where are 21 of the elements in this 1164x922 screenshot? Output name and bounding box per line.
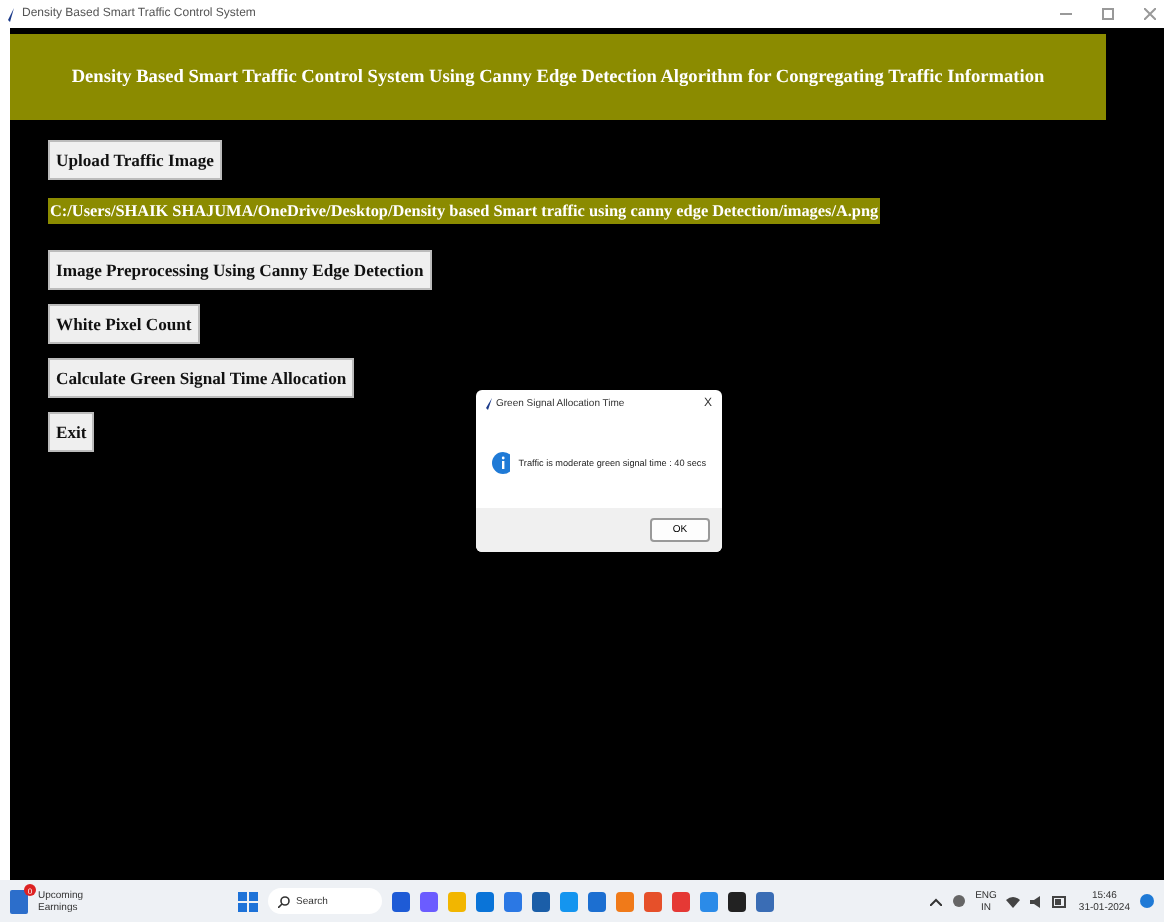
tray-icon[interactable] [951,894,966,908]
battery-icon[interactable] [1052,895,1069,907]
close-icon[interactable] [1144,8,1156,20]
feather-icon [486,398,492,410]
app-heading: Density Based Smart Traffic Control System Using Canny Edge Detection Algorithm for Congregating Traffic Information [71,67,1045,87]
maximize-icon[interactable] [1102,8,1114,20]
speaker-icon[interactable] [1030,895,1043,907]
action-button[interactable]: Image Preprocessing Using Canny Edge Detection [48,250,432,290]
search-icon [278,895,291,907]
action-button[interactable]: Calculate Green Signal Time Allocation [48,358,355,398]
minimize-icon[interactable] [1060,8,1072,20]
start-icon[interactable] [238,891,259,911]
wifi-icon[interactable] [1006,895,1021,907]
feather-icon [8,7,16,21]
action-button[interactable]: White Pixel Count [48,304,200,344]
action-button[interactable]: Upload Traffic Image [48,140,222,180]
action-button[interactable]: Exit [48,412,95,452]
info-icon [492,452,511,474]
notification-dot-icon[interactable] [1140,894,1154,908]
chevron-up-icon[interactable] [929,897,942,905]
file-path-label: C:/Users/SHAIK SHAJUMA/OneDrive/Desktop/Density based Smart traffic using canny edge Detection/images/A.png [48,198,881,224]
